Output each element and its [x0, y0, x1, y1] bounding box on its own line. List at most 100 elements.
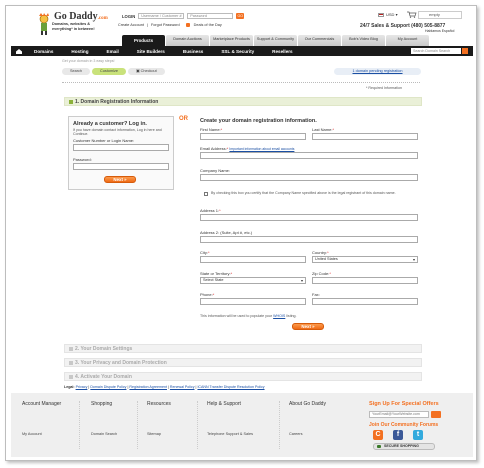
- forum-icon[interactable]: C: [373, 430, 383, 440]
- tab-domain-auctions[interactable]: Domain Auctions: [166, 35, 209, 46]
- step-customize[interactable]: Customize: [92, 68, 126, 75]
- password-input[interactable]: Password: [187, 13, 234, 19]
- forgot-password-link[interactable]: Forgot Password: [151, 23, 180, 27]
- email-hint-link[interactable]: Important information about email accoun…: [229, 147, 294, 151]
- phone-label: Phone:*: [200, 292, 215, 297]
- or-separator: OR: [179, 116, 188, 122]
- section-expand-icon: [69, 361, 73, 365]
- main-nav: Domains Hosting Email Site Builders Busi…: [11, 46, 473, 56]
- address1-input[interactable]: [200, 214, 418, 221]
- legal-dispute-link[interactable]: Domain Dispute Policy: [90, 385, 126, 389]
- create-next-button[interactable]: Next »: [292, 323, 324, 330]
- zip-input[interactable]: [312, 277, 418, 284]
- footer-col-account-manager[interactable]: Account Manager: [22, 401, 61, 407]
- fax-input[interactable]: [312, 298, 418, 305]
- country-select[interactable]: United States: [312, 256, 418, 263]
- footer-separator: [137, 401, 138, 449]
- currency-select[interactable]: USD ▾: [386, 12, 398, 17]
- section-domain-registration[interactable]: 1. Domain Registration Information: [64, 97, 422, 106]
- customer-number-label: Customer Number or Login Name:: [73, 138, 135, 143]
- username-input[interactable]: Username / Customer #: [138, 13, 185, 19]
- footer-link-sitemap[interactable]: Sitemap: [147, 432, 161, 436]
- footer-separator: [279, 401, 280, 449]
- footer-link-careers[interactable]: Careers: [289, 432, 303, 436]
- section-title: 2. Your Domain Settings: [75, 346, 133, 352]
- account-links: Create Account | Forgot Password Deals o…: [118, 23, 222, 27]
- link-separator: |: [146, 23, 148, 27]
- login-password-input[interactable]: [73, 163, 169, 170]
- legal-icann-link[interactable]: ICANN Transfer Dispute Resolution Policy: [197, 385, 264, 389]
- section-activate-domain[interactable]: 4. Activate Your Domain: [64, 372, 422, 381]
- footer-col-shopping[interactable]: Shopping: [91, 401, 112, 407]
- cart-icon[interactable]: [407, 11, 417, 18]
- footer-col-resources[interactable]: Resources: [147, 401, 171, 407]
- section-privacy-protection[interactable]: 3. Your Privacy and Domain Protection: [64, 358, 422, 367]
- customer-number-input[interactable]: [73, 144, 169, 151]
- cart-status[interactable]: empty: [418, 11, 462, 19]
- tab-our-commercials[interactable]: Our Commercials: [298, 35, 341, 46]
- state-select[interactable]: Select State: [200, 277, 306, 284]
- footer-col-about[interactable]: About Go Daddy: [289, 401, 326, 407]
- signup-submit-button[interactable]: [431, 411, 441, 418]
- section-expand-icon: [69, 375, 73, 379]
- tab-products[interactable]: Products: [122, 35, 165, 46]
- footer-link-my-account[interactable]: My Account: [22, 432, 42, 436]
- required-note: * Required Information: [366, 86, 402, 90]
- footer-link-telephone[interactable]: Telephone Support & Sales: [207, 432, 253, 436]
- address1-label: Address 1:*: [200, 208, 221, 213]
- checkout-icon: ▣: [135, 69, 140, 73]
- tab-my-account[interactable]: My Account: [386, 35, 429, 46]
- site-header: Go Daddy.com Domains, websites & everyth…: [6, 6, 476, 46]
- tab-marketplace-products[interactable]: Marketplace Products: [210, 35, 253, 46]
- legal-renewal-link[interactable]: Renewal Policy: [170, 385, 195, 389]
- nav-ssl-security[interactable]: SSL & Security: [212, 49, 263, 54]
- state-label: State or Territory:*: [200, 271, 233, 276]
- secure-shopping-badge[interactable]: SECURE SHOPPING: [373, 443, 435, 450]
- last-name-input[interactable]: [312, 133, 418, 140]
- section-title: 3. Your Privacy and Domain Protection: [75, 360, 167, 366]
- legal-privacy-link[interactable]: Privacy: [76, 385, 88, 389]
- tab-bobs-video-blog[interactable]: Bob's Video Blog: [342, 35, 385, 46]
- nav-hosting[interactable]: Hosting: [62, 49, 97, 54]
- legal-registrant-checkbox[interactable]: [204, 192, 208, 196]
- legal-registrant-text: By checking this box you certify that th…: [211, 191, 396, 195]
- pending-registration-link[interactable]: 1 domain pending registration: [334, 68, 421, 75]
- login-next-button[interactable]: Next »: [104, 176, 136, 183]
- nav-resellers[interactable]: Resellers: [263, 49, 301, 54]
- us-flag-icon[interactable]: [378, 13, 384, 17]
- footer-link-domain-search[interactable]: Domain Search: [91, 432, 117, 436]
- address2-input[interactable]: [200, 236, 418, 243]
- twitter-icon[interactable]: t: [413, 430, 423, 440]
- login-go-button[interactable]: GO: [236, 13, 245, 19]
- deals-of-the-day-link[interactable]: Deals of the Day: [194, 23, 222, 27]
- domain-search-input[interactable]: Search Domain Search: [411, 48, 461, 54]
- email-input[interactable]: [200, 152, 418, 159]
- go-daddy-mascot-icon: [39, 13, 49, 35]
- tab-support-community[interactable]: Support & Community: [254, 35, 297, 46]
- footer-col-help-support[interactable]: Help & Support: [207, 401, 241, 407]
- step-checkout[interactable]: ▣ Checkout: [127, 68, 165, 75]
- step-search[interactable]: Search: [62, 68, 91, 75]
- hablamos-espanol-link[interactable]: Hablamos Español: [425, 29, 454, 33]
- nav-business[interactable]: Business: [174, 49, 212, 54]
- city-input[interactable]: [200, 256, 306, 263]
- email-label: Email Address:* Important information ab…: [200, 146, 295, 151]
- nav-email[interactable]: Email: [98, 49, 128, 54]
- signup-email-input[interactable]: YourEmail@YourWebsite.com: [369, 411, 429, 418]
- phone-input[interactable]: [200, 298, 306, 305]
- company-input[interactable]: [200, 174, 418, 181]
- legal-registration-link[interactable]: Registration Agreement: [129, 385, 167, 389]
- company-label: Company Name:: [200, 168, 231, 173]
- nav-domains[interactable]: Domains: [22, 49, 62, 54]
- create-contact-form: Create your domain registration informat…: [196, 116, 422, 336]
- whois-link[interactable]: WHOIS: [273, 314, 285, 318]
- create-account-link[interactable]: Create Account: [118, 23, 144, 27]
- section-domain-settings[interactable]: 2. Your Domain Settings: [64, 344, 422, 353]
- facebook-icon[interactable]: f: [393, 430, 403, 440]
- first-name-input[interactable]: [200, 133, 306, 140]
- section-expand-icon: [69, 347, 73, 351]
- nav-site-builders[interactable]: Site Builders: [128, 49, 174, 54]
- logo-wordmark[interactable]: Go Daddy.com: [54, 11, 108, 22]
- login-box-desc: If you have domain contact information, …: [73, 128, 162, 137]
- domain-search-button[interactable]: [462, 48, 468, 54]
